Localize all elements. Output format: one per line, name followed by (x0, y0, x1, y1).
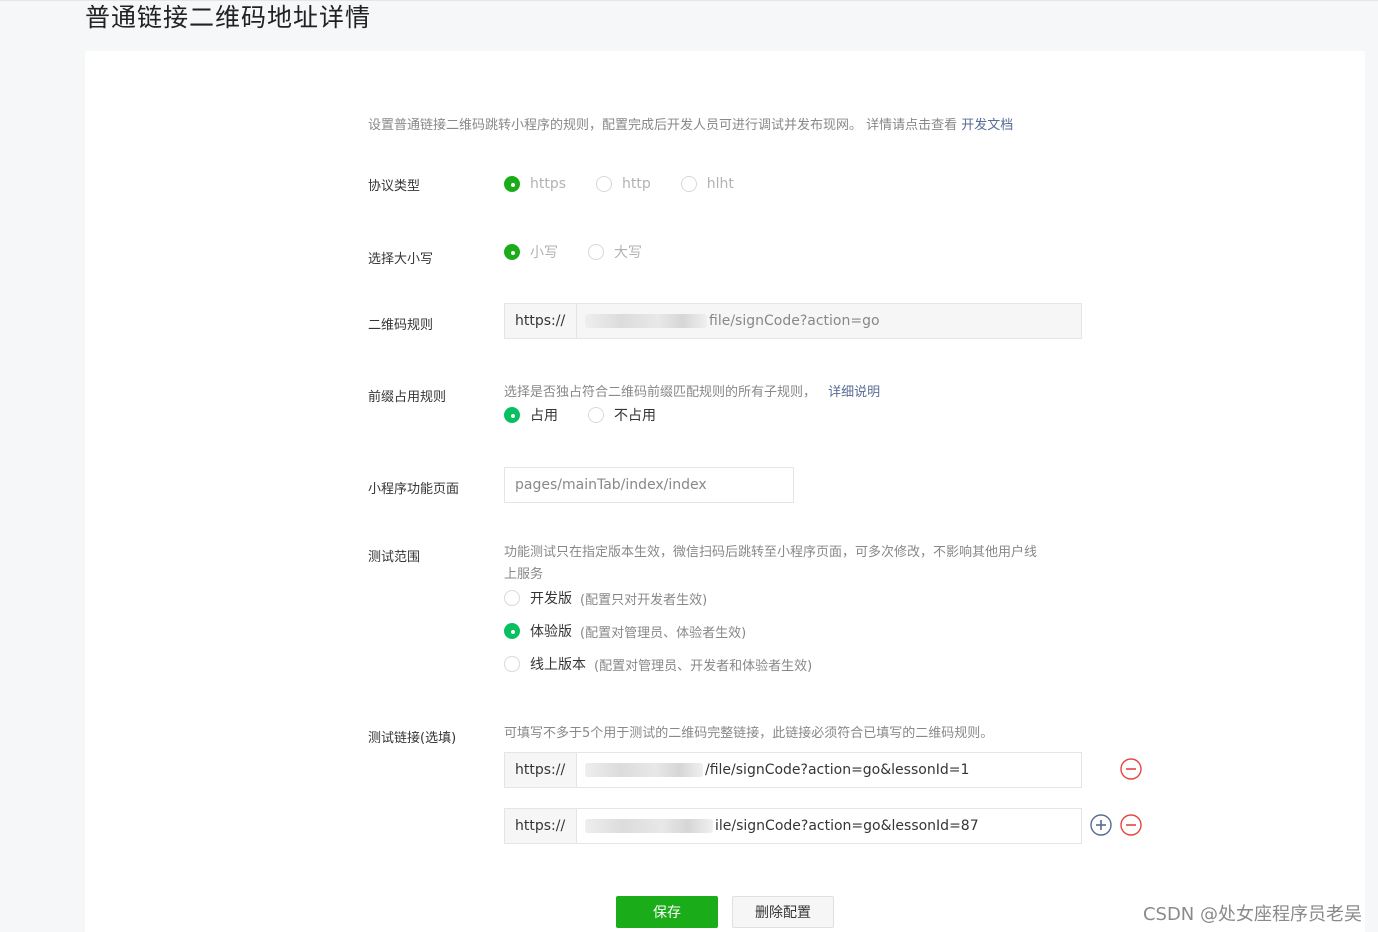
prefix-rule-radio-group: 占用 不占用 (504, 405, 686, 425)
protocol-label: 协议类型 (368, 179, 421, 194)
qr-rule-value-text: file/signCode?action=go (709, 313, 880, 329)
redacted-domain (585, 819, 713, 833)
test-scope-label: 测试范围 (368, 550, 421, 565)
watermark: CSDN @处女座程序员老吴 (1142, 904, 1362, 925)
scope-option-note: (配置对管理员、开发者和体验者生效) (594, 658, 813, 674)
redacted-domain (585, 314, 707, 328)
scope-option-note: (配置只对开发者生效) (580, 592, 708, 608)
test-link-value-text: /file/signCode?action=go&lessonId=1 (705, 762, 970, 778)
prefix-option-label: 占用 (530, 408, 558, 424)
protocol-radio-group: https http hlht (504, 176, 764, 192)
scope-option-label: 开发版 (530, 591, 572, 607)
test-scope-description-1: 功能测试只在指定版本生效，微信扫码后跳转至小程序页面，可多次修改，不影响其他用户… (504, 545, 1038, 560)
config-card: 设置普通链接二维码跳转小程序的规则，配置完成后开发人员可进行调试并发布现网。 详… (85, 51, 1365, 932)
test-scope-description-2: 上服务 (504, 567, 544, 582)
page-path-label: 小程序功能页面 (368, 482, 460, 497)
radio-unchecked-icon (596, 176, 613, 192)
test-link-value-text: ile/signCode?action=go&lessonId=87 (715, 818, 979, 834)
qr-rule-field[interactable]: https:// file/signCode?action=go (504, 303, 1082, 339)
test-link-value: /file/signCode?action=go&lessonId=1 (577, 762, 969, 778)
scope-option-label: 线上版本 (530, 657, 586, 673)
protocol-option-hlht[interactable]: hlht (680, 176, 734, 192)
case-option-upper[interactable]: 大写 (588, 242, 642, 262)
prefix-option-not-occupy[interactable]: 不占用 (588, 405, 656, 425)
delete-config-button[interactable]: 删除配置 (732, 896, 834, 928)
test-link-value: ile/signCode?action=go&lessonId=87 (577, 818, 979, 834)
test-link-input-2[interactable]: https:// ile/signCode?action=go&lessonId… (504, 808, 1082, 844)
protocol-option-label: hlht (706, 176, 734, 192)
case-option-label: 小写 (530, 245, 558, 261)
radio-unchecked-icon (588, 407, 604, 423)
prefix-rule-description: 选择是否独占符合二维码前缀匹配规则的所有子规则， 详细说明 (504, 381, 880, 400)
prefix-rule-detail-link[interactable]: 详细说明 (828, 385, 880, 400)
test-links-description: 可填写不多于5个用于测试的二维码完整链接，此链接必须符合已填写的二维码规则。 (504, 726, 994, 741)
radio-unchecked-icon (680, 176, 697, 192)
protocol-option-http[interactable]: http (596, 176, 651, 192)
qr-rule-prefix: https:// (505, 304, 577, 338)
protocol-option-label: http (622, 176, 651, 192)
scope-option-dev[interactable]: 开发版 (配置只对开发者生效) (504, 588, 707, 608)
redacted-domain (585, 763, 703, 777)
radio-unchecked-icon (504, 656, 520, 672)
scope-option-release[interactable]: 线上版本 (配置对管理员、开发者和体验者生效) (504, 654, 812, 674)
scope-option-note: (配置对管理员、体验者生效) (580, 625, 747, 641)
qr-rule-value: file/signCode?action=go (577, 313, 880, 329)
intro-description: 设置普通链接二维码跳转小程序的规则，配置完成后开发人员可进行调试并发布现网。 详… (368, 114, 1013, 133)
page-path-input[interactable]: pages/mainTab/index/index (504, 467, 794, 503)
prefix-rule-label: 前缀占用规则 (368, 390, 447, 405)
test-link-prefix: https:// (505, 809, 577, 843)
prefix-option-label: 不占用 (614, 408, 656, 424)
radio-checked-icon (504, 407, 520, 423)
protocol-option-label: https (530, 176, 567, 192)
radio-unchecked-icon (588, 244, 604, 260)
dev-docs-link[interactable]: 开发文档 (961, 118, 1013, 133)
protocol-option-https[interactable]: https (504, 176, 566, 192)
radio-checked-icon (504, 244, 520, 260)
remove-link-icon[interactable] (1120, 758, 1142, 780)
test-link-input-1[interactable]: https:// /file/signCode?action=go&lesson… (504, 752, 1082, 788)
case-label: 选择大小写 (368, 252, 434, 267)
case-radio-group: 小写 大写 (504, 242, 672, 262)
case-option-label: 大写 (614, 245, 642, 261)
remove-link-icon[interactable] (1120, 814, 1142, 836)
scope-option-trial[interactable]: 体验版 (配置对管理员、体验者生效) (504, 621, 746, 641)
add-link-icon[interactable] (1090, 814, 1112, 836)
prefix-rule-desc-text: 选择是否独占符合二维码前缀匹配规则的所有子规则， (504, 385, 817, 400)
prefix-option-occupy[interactable]: 占用 (504, 405, 558, 425)
qr-rule-label: 二维码规则 (368, 318, 434, 333)
page-path-value: pages/mainTab/index/index (515, 477, 707, 493)
scope-option-label: 体验版 (530, 624, 572, 640)
test-link-prefix: https:// (505, 753, 577, 787)
radio-checked-icon (504, 623, 520, 639)
case-option-lower[interactable]: 小写 (504, 242, 558, 262)
page-title: 普通链接二维码地址详情 (85, 3, 372, 32)
intro-text: 设置普通链接二维码跳转小程序的规则，配置完成后开发人员可进行调试并发布现网。 详… (368, 118, 962, 133)
radio-checked-icon (504, 176, 520, 192)
radio-unchecked-icon (504, 590, 520, 606)
test-links-label: 测试链接(选填) (368, 731, 457, 746)
save-button[interactable]: 保存 (616, 896, 718, 928)
